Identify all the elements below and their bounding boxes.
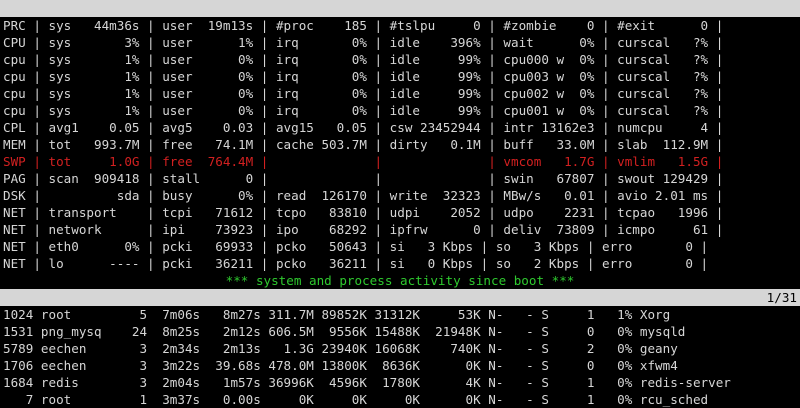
cpu-core-line: cpu | sys 1% | user 0% | irq 0% | idle 9… — [3, 52, 724, 67]
net-eth0-line: NET | eth0 0% | pcki 69933 | pcko 50643 … — [3, 239, 709, 254]
activity-banner: *** system and process activity since bo… — [225, 273, 575, 288]
cpl-line: CPL | avg1 0.05 | avg5 0.03 | avg15 0.05… — [3, 120, 724, 135]
page-indicator: 1/31 — [766, 290, 797, 305]
net-transport-line: NET | transport | tcpi 71612 | tcpo 8381… — [3, 205, 724, 220]
net-network-line: NET | network | ipi 73923 | ipo 68292 | … — [3, 222, 724, 237]
pag-line: PAG | scan 909418 | stall 0 | | | swin 6… — [3, 171, 724, 186]
net-lo-line: NET | lo ---- | pcki 36211 | pcko 36211 … — [3, 256, 709, 271]
cpu-core-line: cpu | sys 1% | user 0% | irq 0% | idle 9… — [3, 69, 724, 84]
mem-line: MEM | tot 993.7M | free 74.1M | cache 50… — [3, 137, 724, 152]
prc-line: PRC | sys 44m36s | user 19m13s | #proc 1… — [3, 18, 724, 33]
cpu-core-line: cpu | sys 1% | user 0% | irq 0% | idle 9… — [3, 86, 724, 101]
process-row[interactable]: 1024 root 5 7m06s 8m27s 311.7M 89852K 31… — [3, 306, 800, 323]
cpu-core-line: cpu | sys 1% | user 0% | irq 0% | idle 9… — [3, 103, 724, 118]
process-row[interactable]: 7 root 1 3m37s 0.00s 0K 0K 0K 0K N- - S … — [3, 391, 800, 408]
process-row[interactable]: 1706 eechen 3 3m22s 39.68s 478.0M 13800K… — [3, 357, 800, 374]
process-row[interactable]: 1684 redis 3 2m04s 1m57s 36996K 4596K 17… — [3, 374, 800, 391]
dsk-line: DSK | sda | busy 0% | read 126170 | writ… — [3, 188, 724, 203]
process-table-header: PID RUID THR SYSCPU USRCPU VGROW RGROW R… — [0, 289, 800, 322]
swp-line-critical: SWP | tot 1.0G | free 764.4M | | | vmcom… — [3, 154, 724, 169]
atop-header-bar: ATOP - ubuntu 2014/12/18 11:00:50 ------ 1d… — [0, 0, 800, 33]
process-row[interactable]: 1531 png_mysq 24 8m25s 2m12s 606.5M 9556… — [3, 323, 800, 340]
process-row[interactable]: 5789 eechen 3 2m34s 2m13s 1.3G 23940K 16… — [3, 340, 800, 357]
cpu-total-line: CPU | sys 3% | user 1% | irq 0% | idle 3… — [3, 35, 724, 50]
